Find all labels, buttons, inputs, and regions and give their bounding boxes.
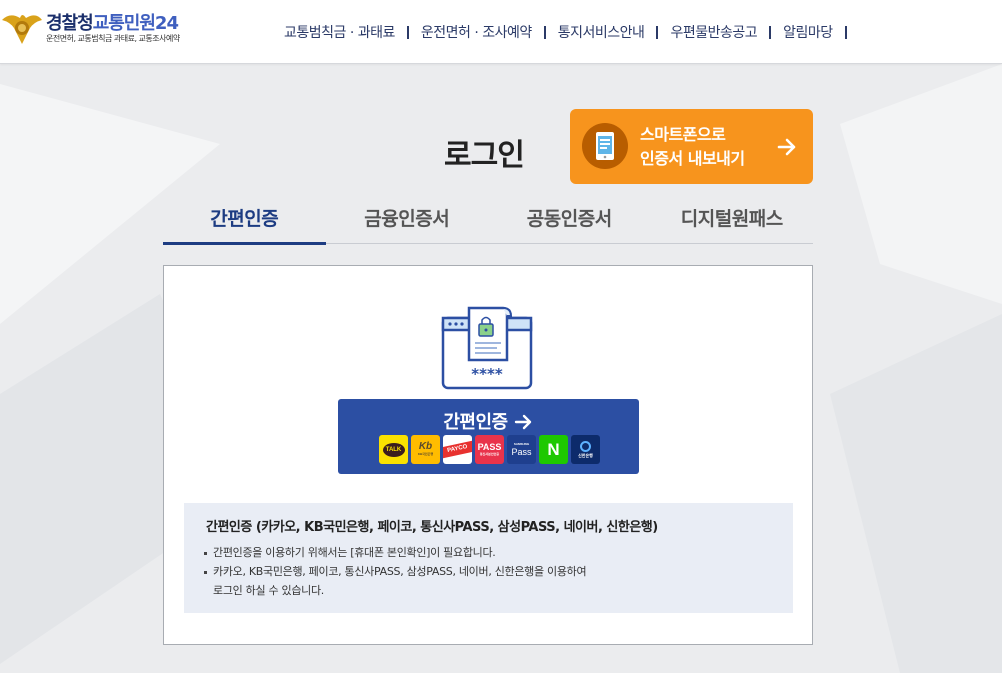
tab-easy-auth[interactable]: 간편인증 (163, 197, 326, 245)
tab-joint-certificate[interactable]: 공동인증서 (488, 197, 651, 243)
auth-provider-list: TALK Kb KB국민은행 PAYCO PASS 통신사본인인증 SAMSUN… (379, 435, 600, 464)
main-navigation: 교통범칙금 · 과태료 운전면허 · 조사예약 통지서비스안내 우편물반송공고 … (272, 20, 847, 44)
site-header: 경찰청교통민원24 운전면허, 교통범칙금 과태료, 교통조사예약 교통범칙금 … (0, 0, 1002, 64)
nav-notification[interactable]: 통지서비스안내 (546, 22, 657, 42)
info-list: 간편인증을 이용하기 위해서는 [휴대폰 본인확인]이 필요합니다. 카카오, … (203, 543, 587, 600)
arrow-right-icon (514, 414, 531, 430)
page-title: 로그인 (444, 138, 525, 173)
export-certificate-button[interactable]: 스마트폰으로 인증서 내보내기 (570, 109, 813, 184)
easy-auth-info-box: 간편인증 (카카오, KB국민은행, 페이코, 통신사PASS, 삼성PASS,… (184, 503, 793, 613)
logo-title: 경찰청교통민원24 (46, 13, 179, 34)
arrow-right-icon (777, 138, 796, 156)
smartphone-icon (582, 123, 628, 169)
site-logo[interactable]: 경찰청교통민원24 운전면허, 교통범칙금 과태료, 교통조사예약 (0, 6, 220, 50)
easy-auth-button[interactable]: 간편인증 TALK Kb KB국민은행 PAYCO PASS 통신사본인인증 S… (338, 399, 639, 474)
nav-fines[interactable]: 교통범칙금 · 과태료 (272, 22, 407, 42)
login-method-tabs: 간편인증 금융인증서 공동인증서 디지털원패스 (163, 197, 814, 245)
info-item: 카카오, KB국민은행, 페이코, 통신사PASS, 삼성PASS, 네이버, … (203, 562, 587, 600)
easy-auth-panel: **** 간편인증 TALK Kb KB국민은행 PAYCO PASS 통신사본… (163, 265, 813, 645)
info-item: 간편인증을 이용하기 위해서는 [휴대폰 본인확인]이 필요합니다. (203, 543, 586, 562)
kb-bank-icon: Kb KB국민은행 (411, 435, 440, 464)
shinhan-bank-icon: 신한은행 (571, 435, 600, 464)
kakao-talk-icon: TALK (379, 435, 408, 464)
nav-returned-mail[interactable]: 우편물반송공고 (658, 22, 769, 42)
payco-icon: PAYCO (443, 435, 472, 464)
tab-financial-certificate[interactable]: 금융인증서 (326, 197, 489, 243)
nav-license[interactable]: 운전면허 · 조사예약 (409, 22, 544, 42)
easy-auth-button-label: 간편인증 (338, 408, 639, 434)
nav-separator (844, 25, 847, 39)
tab-digital-onepass[interactable]: 디지털원패스 (651, 197, 814, 243)
certificate-document-icon: **** (441, 306, 533, 390)
nav-notice[interactable]: 알림마당 (771, 22, 845, 42)
telecom-pass-icon: PASS 통신사본인인증 (475, 435, 504, 464)
logo-subtitle: 운전면허, 교통범칙금 과태료, 교통조사예약 (46, 34, 180, 43)
info-title: 간편인증 (카카오, KB국민은행, 페이코, 통신사PASS, 삼성PASS,… (206, 520, 658, 535)
naver-icon: N (539, 435, 568, 464)
export-certificate-label: 스마트폰으로 인증서 내보내기 (640, 125, 745, 168)
svg-text:****: **** (471, 365, 503, 383)
police-emblem-icon (2, 15, 42, 44)
samsung-pass-icon: SAMSUNG Pass (507, 435, 536, 464)
